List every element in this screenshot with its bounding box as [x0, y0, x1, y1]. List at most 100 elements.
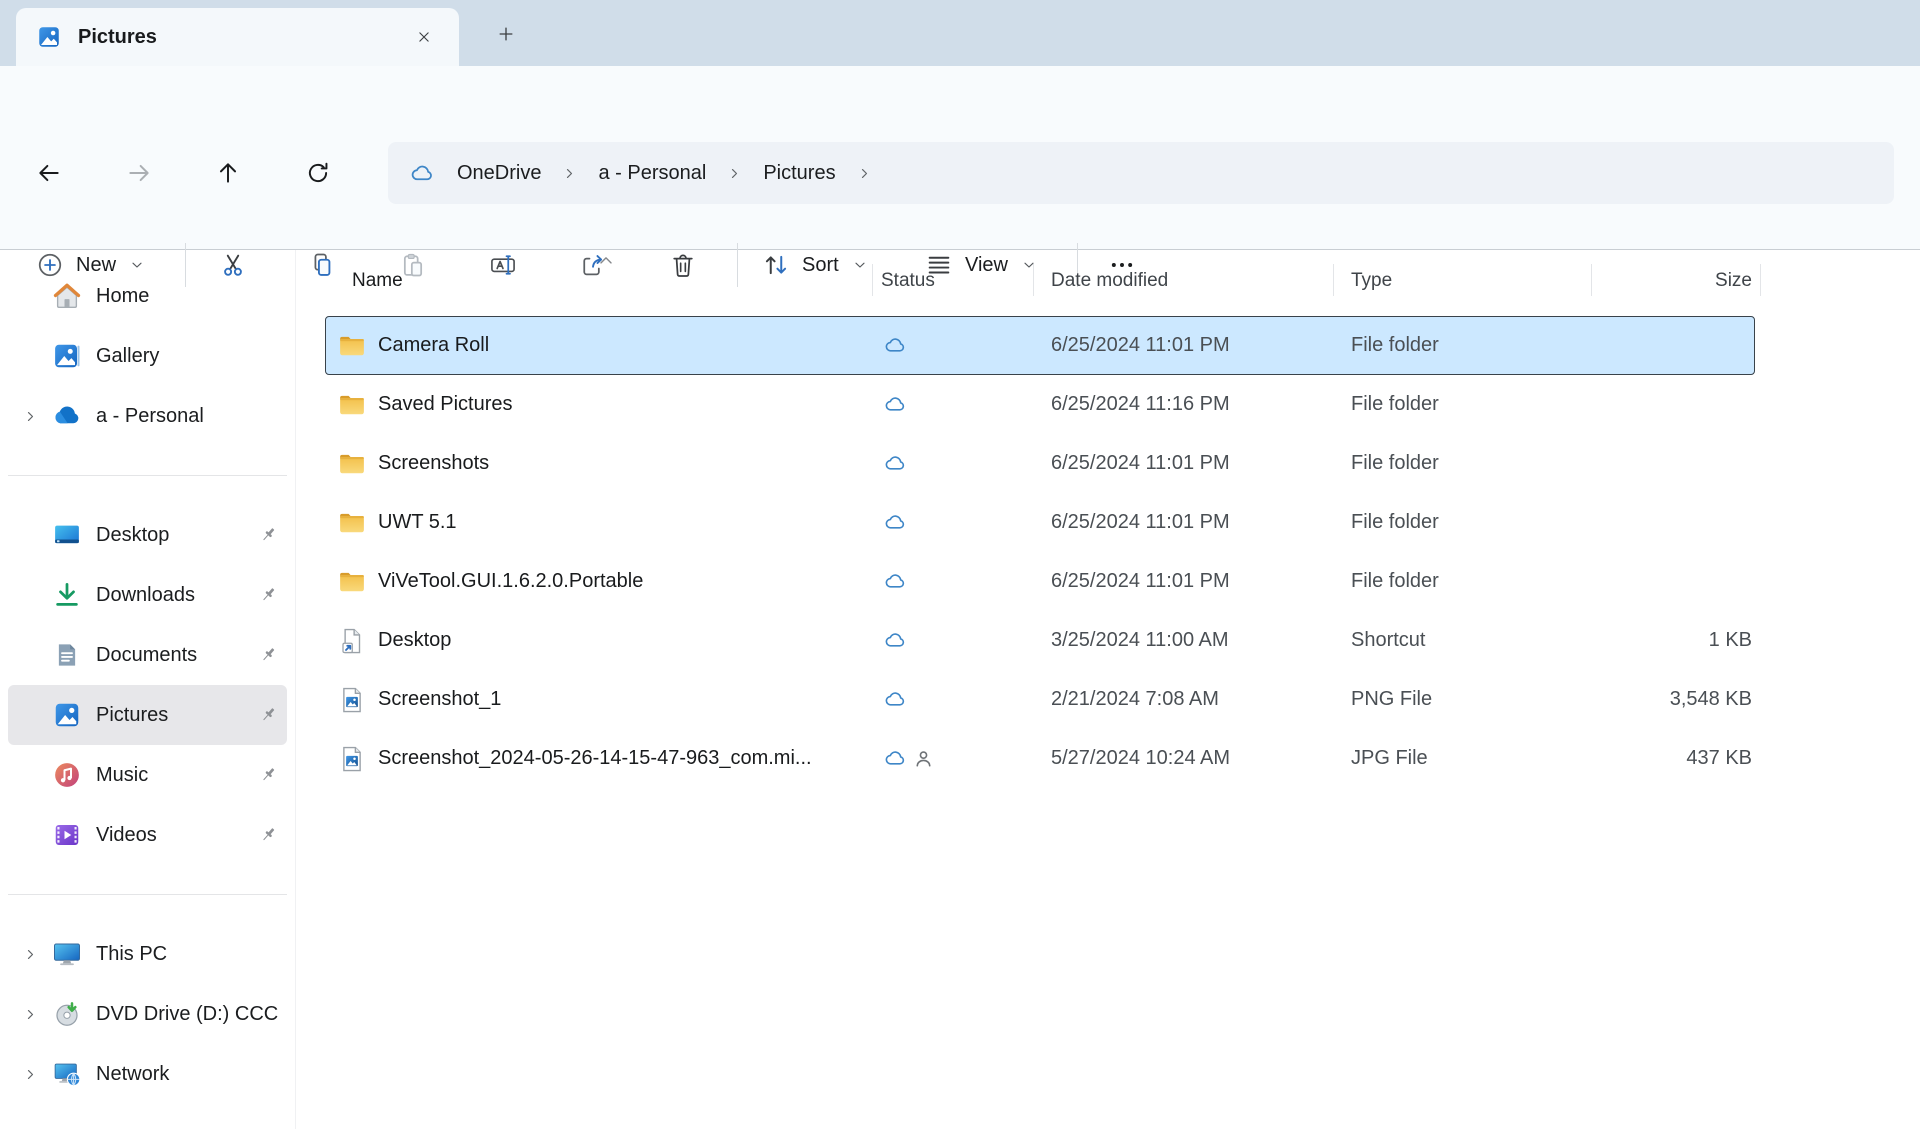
file-row-uwt-5-1[interactable]: UWT 5.1 6/25/2024 11:01 PM File folder — [325, 493, 1755, 552]
sidebar-item-network[interactable]: Network — [8, 1044, 287, 1104]
pin-icon — [257, 524, 279, 546]
breadcrumb-chevron-icon[interactable] — [856, 165, 873, 182]
file-row-camera-roll[interactable]: Camera Roll 6/25/2024 11:01 PM File folder — [325, 316, 1755, 375]
file-name: Desktop — [378, 629, 452, 651]
type-cell: PNG File — [1351, 688, 1433, 710]
column-header-name[interactable]: Name — [325, 270, 869, 292]
expand-chevron-icon[interactable] — [8, 1066, 52, 1083]
date-modified-cell: 6/25/2024 11:01 PM — [1051, 452, 1230, 474]
name-cell: Camera Roll — [325, 331, 869, 361]
name-cell: Desktop — [325, 626, 869, 656]
column-header-status[interactable]: Status — [869, 270, 1033, 292]
pin-icon — [257, 644, 279, 666]
file-name: Saved Pictures — [378, 393, 513, 415]
breadcrumb-a-personal[interactable]: a - Personal — [592, 158, 712, 189]
breadcrumb-pictures[interactable]: Pictures — [757, 158, 841, 189]
shared-person-icon — [912, 747, 935, 770]
sidebar-item-a-personal[interactable]: a - Personal — [8, 386, 287, 446]
sidebar-item-label: DVD Drive (D:) CCC — [96, 1002, 279, 1025]
breadcrumb-onedrive[interactable]: OneDrive — [451, 158, 547, 189]
expand-chevron-icon[interactable] — [8, 1006, 52, 1023]
file-row-screenshots[interactable]: Screenshots 6/25/2024 11:01 PM File folder — [325, 434, 1755, 493]
size-cell: 1 KB — [1708, 629, 1752, 651]
status-cell — [869, 570, 1033, 593]
column-header-type[interactable]: Type — [1333, 270, 1591, 292]
address-bar[interactable]: OneDrive a - Personal Pictures — [388, 142, 1894, 204]
sidebar-item-label: Downloads — [96, 583, 195, 606]
up-button[interactable] — [208, 153, 248, 193]
sidebar-item-documents[interactable]: Documents — [8, 625, 287, 685]
close-tab-icon[interactable] — [411, 24, 437, 50]
date-modified-cell: 6/25/2024 11:01 PM — [1051, 511, 1230, 533]
type-cell: File folder — [1351, 334, 1439, 356]
status-cell — [869, 629, 1033, 652]
column-header-size[interactable]: Size — [1591, 270, 1755, 292]
expand-chevron-icon[interactable] — [8, 946, 52, 963]
pictures-icon — [52, 700, 82, 730]
column-header-date-modified[interactable]: Date modified — [1033, 270, 1333, 292]
date-modified-cell: 6/25/2024 11:01 PM — [1051, 570, 1230, 592]
tab-title: Pictures — [78, 25, 157, 48]
date-modified-cell: 2/21/2024 7:08 AM — [1051, 688, 1219, 710]
forward-button[interactable] — [119, 153, 159, 193]
type-cell: File folder — [1351, 452, 1439, 474]
refresh-button[interactable] — [298, 153, 338, 193]
pictures-icon — [36, 24, 62, 50]
music-icon — [52, 760, 82, 790]
status-cell — [869, 747, 1033, 770]
sidebar-item-this-pc[interactable]: This PC — [8, 924, 287, 984]
column-divider[interactable] — [872, 264, 873, 296]
cloud-status-icon — [884, 688, 907, 711]
pin-icon — [257, 764, 279, 786]
column-divider[interactable] — [1033, 264, 1034, 296]
cloud-status-icon — [884, 334, 907, 357]
file-list-pane: Name Status Date modified Type Size Came… — [296, 250, 1920, 1129]
folder-icon — [337, 390, 367, 420]
file-name: ViVeTool.GUI.1.6.2.0.Portable — [378, 570, 644, 592]
expand-chevron-icon[interactable] — [8, 408, 52, 425]
breadcrumb-chevron-icon[interactable] — [561, 165, 578, 182]
folder-icon — [337, 449, 367, 479]
tab-pictures[interactable]: Pictures — [16, 8, 459, 66]
file-row-screenshot-2024-05-26-14-15-47-963-com-mi[interactable]: Screenshot_2024-05-26-14-15-47-963_com.m… — [325, 729, 1755, 788]
file-row-saved-pictures[interactable]: Saved Pictures 6/25/2024 11:16 PM File fol… — [325, 375, 1755, 434]
sidebar-item-videos[interactable]: Videos — [8, 805, 287, 865]
sidebar-item-gallery[interactable]: Gallery — [8, 326, 287, 386]
videos-icon — [52, 820, 82, 850]
folder-icon — [337, 331, 367, 361]
breadcrumb-chevron-icon[interactable] — [726, 165, 743, 182]
date-modified-cell: 5/27/2024 10:24 AM — [1051, 747, 1231, 769]
sidebar-item-downloads[interactable]: Downloads — [8, 565, 287, 625]
file-list: Camera Roll 6/25/2024 11:01 PM File folder… — [325, 316, 1755, 788]
file-name: Screenshots — [378, 452, 490, 474]
sidebar-item-label: Desktop — [96, 523, 170, 546]
cloud-status-icon — [884, 629, 907, 652]
file-name: Screenshot_1 — [378, 688, 502, 710]
file-row-desktop[interactable]: Desktop 3/25/2024 11:00 AM Shortcut 1 KB — [325, 611, 1755, 670]
file-row-vivetool-gui-1-6-2-0-portable[interactable]: ViVeTool.GUI.1.6.2.0.Portable 6/25/2024 1… — [325, 552, 1755, 611]
sidebar-item-pictures[interactable]: Pictures — [8, 685, 287, 745]
new-tab-button[interactable] — [492, 20, 520, 48]
name-cell: Screenshot_1 — [325, 685, 869, 715]
name-cell: ViVeTool.GUI.1.6.2.0.Portable — [325, 567, 869, 597]
name-cell: Saved Pictures — [325, 390, 869, 420]
column-divider[interactable] — [1760, 264, 1761, 296]
back-button[interactable] — [29, 153, 69, 193]
downloads-icon — [52, 580, 82, 610]
sidebar-item-desktop[interactable]: Desktop — [8, 505, 287, 565]
cloud-status-icon — [884, 570, 907, 593]
image-icon — [337, 685, 367, 715]
column-divider[interactable] — [1591, 264, 1592, 296]
sidebar-item-dvd-drive-d-ccc[interactable]: DVD Drive (D:) CCC — [8, 984, 287, 1044]
file-row-screenshot-1[interactable]: Screenshot_1 2/21/2024 7:08 AM PNG File 3,5… — [325, 670, 1755, 729]
home-icon — [52, 281, 82, 311]
column-divider[interactable] — [1333, 264, 1334, 296]
sidebar-item-label: Music — [96, 763, 149, 786]
file-explorer-window: Pictures OneDrive a - Personal Pictures … — [0, 0, 1920, 1129]
sidebar-item-label: Network — [96, 1062, 170, 1085]
sidebar-item-music[interactable]: Music — [8, 745, 287, 805]
sidebar-item-home[interactable]: Home — [8, 266, 287, 326]
command-band: OneDrive a - Personal Pictures New Sort — [0, 66, 1920, 287]
type-cell: Shortcut — [1351, 629, 1426, 651]
status-cell — [869, 511, 1033, 534]
